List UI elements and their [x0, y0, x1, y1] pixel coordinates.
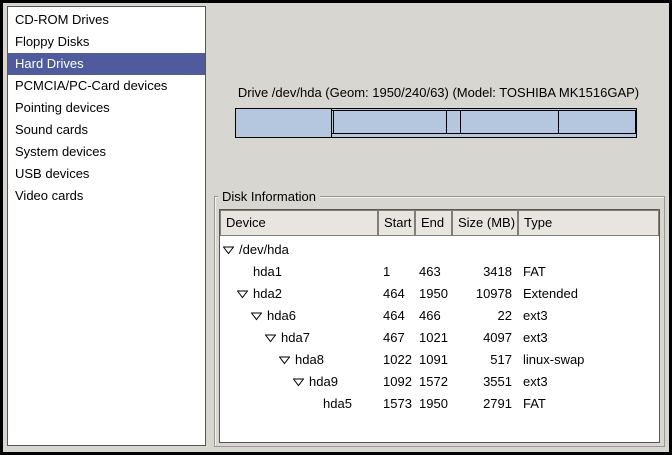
tree-indent — [220, 360, 279, 361]
sidebar-item-system-devices[interactable]: System devices — [8, 141, 205, 163]
end-cell — [415, 239, 452, 261]
device-cell: hda6 — [220, 305, 378, 327]
table-row-hda7[interactable]: hda7 46710214097ext3 — [220, 327, 659, 349]
tree-indent — [220, 272, 237, 273]
expander-open-icon[interactable] — [237, 290, 253, 299]
start-cell: 1022 — [378, 349, 415, 371]
device-cell: /dev/hda — [220, 239, 378, 261]
table-header-row: DeviceStartEndSize (MB)Type — [220, 210, 659, 236]
table-row-hda6[interactable]: hda6 46446622ext3 — [220, 305, 659, 327]
table-row-hda9[interactable]: hda9 109215723551ext3 — [220, 371, 659, 393]
drive-summary-label: Drive /dev/hda (Geom: 1950/240/63) (Mode… — [211, 85, 666, 100]
tree-indent — [220, 404, 307, 405]
device-cell: hda2 — [220, 283, 378, 305]
start-cell — [378, 239, 415, 261]
sidebar-item-cd-rom-drives[interactable]: CD-ROM Drives — [8, 9, 205, 31]
column-header-size-mb[interactable]: Size (MB) — [452, 210, 518, 236]
column-header-end[interactable]: End — [415, 210, 452, 236]
expander-open-icon[interactable] — [279, 356, 295, 365]
expander-open-icon[interactable] — [265, 334, 281, 343]
sidebar-item-pcmcia-pc-card-devices[interactable]: PCMCIA/PC-Card devices — [8, 75, 205, 97]
start-cell: 1092 — [378, 371, 415, 393]
expander-open-icon[interactable] — [223, 246, 239, 255]
logical-boundary-hda6 — [333, 111, 334, 133]
tree-indent — [220, 338, 265, 339]
device-name: hda7 — [281, 327, 310, 349]
end-cell: 1950 — [415, 283, 452, 305]
size-cell: 10978 — [452, 283, 518, 305]
device-cell: hda9 — [220, 371, 378, 393]
tree-indent — [220, 294, 237, 295]
sidebar-item-video-cards[interactable]: Video cards — [8, 185, 205, 207]
table-row-hda2[interactable]: hda2 464195010978Extended — [220, 283, 659, 305]
type-cell: ext3 — [518, 327, 659, 349]
device-category-list[interactable]: CD-ROM DrivesFloppy DisksHard DrivesPCMC… — [7, 6, 206, 446]
table-row-dev-hda[interactable]: /dev/hda — [220, 239, 659, 261]
end-cell: 1950 — [415, 393, 452, 415]
table-row-hda5[interactable]: hda5 157319502791FAT — [220, 393, 659, 415]
type-cell: linux-swap — [518, 349, 659, 371]
start-cell: 464 — [378, 305, 415, 327]
table-row-hda8[interactable]: hda8 10221091517linux-swap — [220, 349, 659, 371]
tree-indent — [220, 316, 251, 317]
table-body: /dev/hdahda114633418FAThda2464195010978E… — [220, 236, 659, 415]
start-cell: 1573 — [378, 393, 415, 415]
start-cell: 1 — [378, 261, 415, 283]
device-cell: hda5 — [220, 393, 378, 415]
sidebar-item-hard-drives[interactable]: Hard Drives — [8, 53, 205, 75]
disk-table[interactable]: DeviceStartEndSize (MB)Type /dev/hdahda1… — [219, 209, 660, 443]
table-row-hda1[interactable]: hda1 14633418FAT — [220, 261, 659, 283]
device-name: /dev/hda — [239, 239, 289, 261]
type-cell: ext3 — [518, 371, 659, 393]
type-cell: FAT — [518, 261, 659, 283]
start-cell: 464 — [378, 283, 415, 305]
size-cell: 517 — [452, 349, 518, 371]
start-cell: 467 — [378, 327, 415, 349]
column-header-device[interactable]: Device — [220, 210, 378, 236]
end-cell: 1021 — [415, 327, 452, 349]
device-cell: hda7 — [220, 327, 378, 349]
end-cell: 1091 — [415, 349, 452, 371]
size-cell: 3418 — [452, 261, 518, 283]
device-name: hda9 — [309, 371, 338, 393]
sidebar-item-usb-devices[interactable]: USB devices — [8, 163, 205, 185]
sidebar-item-pointing-devices[interactable]: Pointing devices — [8, 97, 205, 119]
expander-open-icon[interactable] — [251, 312, 267, 321]
device-name: hda5 — [323, 393, 352, 415]
tree-indent — [220, 382, 293, 383]
column-header-type[interactable]: Type — [518, 210, 659, 236]
size-cell: 3551 — [452, 371, 518, 393]
type-cell: ext3 — [518, 305, 659, 327]
device-name: hda8 — [295, 349, 324, 371]
device-name: hda2 — [253, 283, 282, 305]
device-cell: hda8 — [220, 349, 378, 371]
size-cell: 22 — [452, 305, 518, 327]
type-cell: FAT — [518, 393, 659, 415]
size-cell: 4097 — [452, 327, 518, 349]
size-cell — [452, 239, 518, 261]
device-name: hda1 — [253, 261, 282, 283]
column-header-start[interactable]: Start — [378, 210, 415, 236]
logical-boundary-hda9 — [558, 111, 559, 133]
disk-information-groupbox: Disk Information DeviceStartEndSize (MB)… — [214, 196, 665, 447]
size-cell: 2791 — [452, 393, 518, 415]
type-cell — [518, 239, 659, 261]
extended-partition-box — [331, 110, 636, 134]
sidebar-item-floppy-disks[interactable]: Floppy Disks — [8, 31, 205, 53]
disk-information-legend: Disk Information — [218, 189, 320, 204]
logical-boundary-hda7 — [446, 111, 447, 133]
end-cell: 1572 — [415, 371, 452, 393]
partition-bar — [235, 108, 637, 138]
type-cell: Extended — [518, 283, 659, 305]
sidebar-item-sound-cards[interactable]: Sound cards — [8, 119, 205, 141]
hardware-browser-window: CD-ROM DrivesFloppy DisksHard DrivesPCMC… — [0, 0, 672, 455]
expander-open-icon[interactable] — [293, 378, 309, 387]
device-cell: hda1 — [220, 261, 378, 283]
end-cell: 463 — [415, 261, 452, 283]
logical-boundary-hda8 — [460, 111, 461, 133]
device-name: hda6 — [267, 305, 296, 327]
end-cell: 466 — [415, 305, 452, 327]
